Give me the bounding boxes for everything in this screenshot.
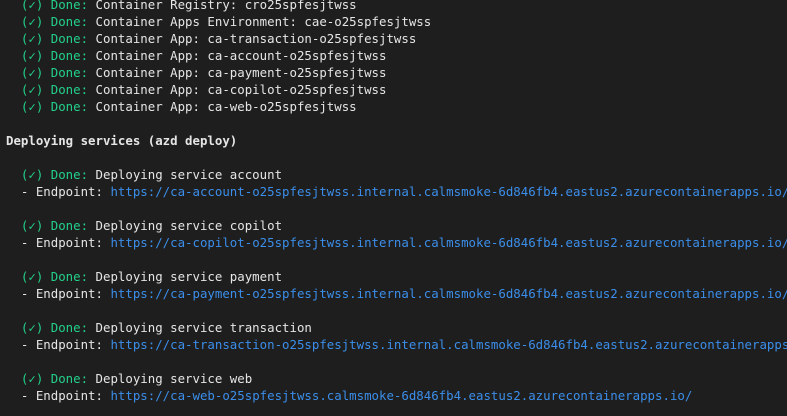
endpoint-link[interactable]: https://ca-payment-o25spfesjtwss.interna… bbox=[110, 286, 787, 301]
done-status: (✓) Done: bbox=[20, 371, 89, 386]
endpoint-link[interactable]: https://ca-transaction-o25spfesjtwss.int… bbox=[110, 337, 787, 352]
resource-text: Container App: ca-copilot-o25spfesjtwss bbox=[95, 82, 387, 97]
endpoint-line: - Endpoint: https://ca-transaction-o25sp… bbox=[6, 336, 787, 353]
done-status: (✓) Done: bbox=[20, 167, 89, 182]
done-status: (✓) Done: bbox=[20, 99, 89, 114]
endpoint-line: - Endpoint: https://ca-web-o25spfesjtwss… bbox=[6, 387, 692, 404]
done-status: (✓) Done: bbox=[20, 218, 89, 233]
resource-text: Container App: ca-transaction-o25spfesjt… bbox=[95, 31, 417, 46]
resource-text: Container App: ca-payment-o25spfesjtwss bbox=[95, 65, 387, 80]
endpoint-line: - Endpoint: https://ca-copilot-o25spfesj… bbox=[6, 234, 787, 251]
deploy-text: Deploying service account bbox=[95, 167, 283, 182]
resource-text: Container App: ca-account-o25spfesjtwss bbox=[95, 48, 387, 63]
endpoint-label: - Endpoint: bbox=[20, 235, 103, 250]
provision-line: (✓) Done: Container App: ca-web-o25spfes… bbox=[6, 98, 357, 115]
done-status: (✓) Done: bbox=[20, 65, 89, 80]
endpoint-link[interactable]: https://ca-account-o25spfesjtwss.interna… bbox=[110, 184, 787, 199]
deploy-text: Deploying service web bbox=[95, 371, 253, 386]
deploy-text: Deploying service payment bbox=[95, 269, 283, 284]
deploy-text: Deploying service transaction bbox=[95, 320, 312, 335]
deploy-line: (✓) Done: Deploying service web bbox=[6, 370, 252, 387]
endpoint-link[interactable]: https://ca-copilot-o25spfesjtwss.interna… bbox=[110, 235, 787, 250]
deploy-text: Deploying service copilot bbox=[95, 218, 283, 233]
endpoint-label: - Endpoint: bbox=[20, 286, 103, 301]
endpoint-label: - Endpoint: bbox=[20, 337, 103, 352]
deploy-line: (✓) Done: Deploying service copilot bbox=[6, 217, 282, 234]
done-status: (✓) Done: bbox=[20, 269, 89, 284]
provision-line: (✓) Done: Container App: ca-account-o25s… bbox=[6, 47, 387, 64]
done-status: (✓) Done: bbox=[20, 82, 89, 97]
done-status: (✓) Done: bbox=[20, 31, 89, 46]
terminal-output[interactable]: (✓) Done: Container Registry: cro25spfes… bbox=[0, 0, 787, 416]
resource-text: Container Registry: cro25spfesjtwss bbox=[95, 0, 357, 12]
provision-line: (✓) Done: Container Registry: cro25spfes… bbox=[6, 0, 357, 13]
deploy-line: (✓) Done: Deploying service transaction bbox=[6, 319, 312, 336]
endpoint-link[interactable]: https://ca-web-o25spfesjtwss.calmsmoke-6… bbox=[110, 388, 692, 403]
provision-line: (✓) Done: Container App: ca-copilot-o25s… bbox=[6, 81, 387, 98]
endpoint-line: - Endpoint: https://ca-payment-o25spfesj… bbox=[6, 285, 787, 302]
provision-line: (✓) Done: Container App: ca-transaction-… bbox=[6, 30, 416, 47]
done-status: (✓) Done: bbox=[20, 48, 89, 63]
endpoint-label: - Endpoint: bbox=[20, 388, 103, 403]
provision-line: (✓) Done: Container App: ca-payment-o25s… bbox=[6, 64, 387, 81]
endpoint-label: - Endpoint: bbox=[20, 184, 103, 199]
deploy-heading: Deploying services (azd deploy) bbox=[6, 133, 238, 148]
deploy-line: (✓) Done: Deploying service account bbox=[6, 166, 282, 183]
endpoint-line: - Endpoint: https://ca-account-o25spfesj… bbox=[6, 183, 787, 200]
done-status: (✓) Done: bbox=[20, 0, 89, 12]
provision-line: (✓) Done: Container Apps Environment: ca… bbox=[6, 13, 431, 30]
deploy-line: (✓) Done: Deploying service payment bbox=[6, 268, 282, 285]
resource-text: Container Apps Environment: cae-o25spfes… bbox=[95, 14, 432, 29]
resource-text: Container App: ca-web-o25spfesjtwss bbox=[95, 99, 357, 114]
done-status: (✓) Done: bbox=[20, 14, 89, 29]
done-status: (✓) Done: bbox=[20, 320, 89, 335]
